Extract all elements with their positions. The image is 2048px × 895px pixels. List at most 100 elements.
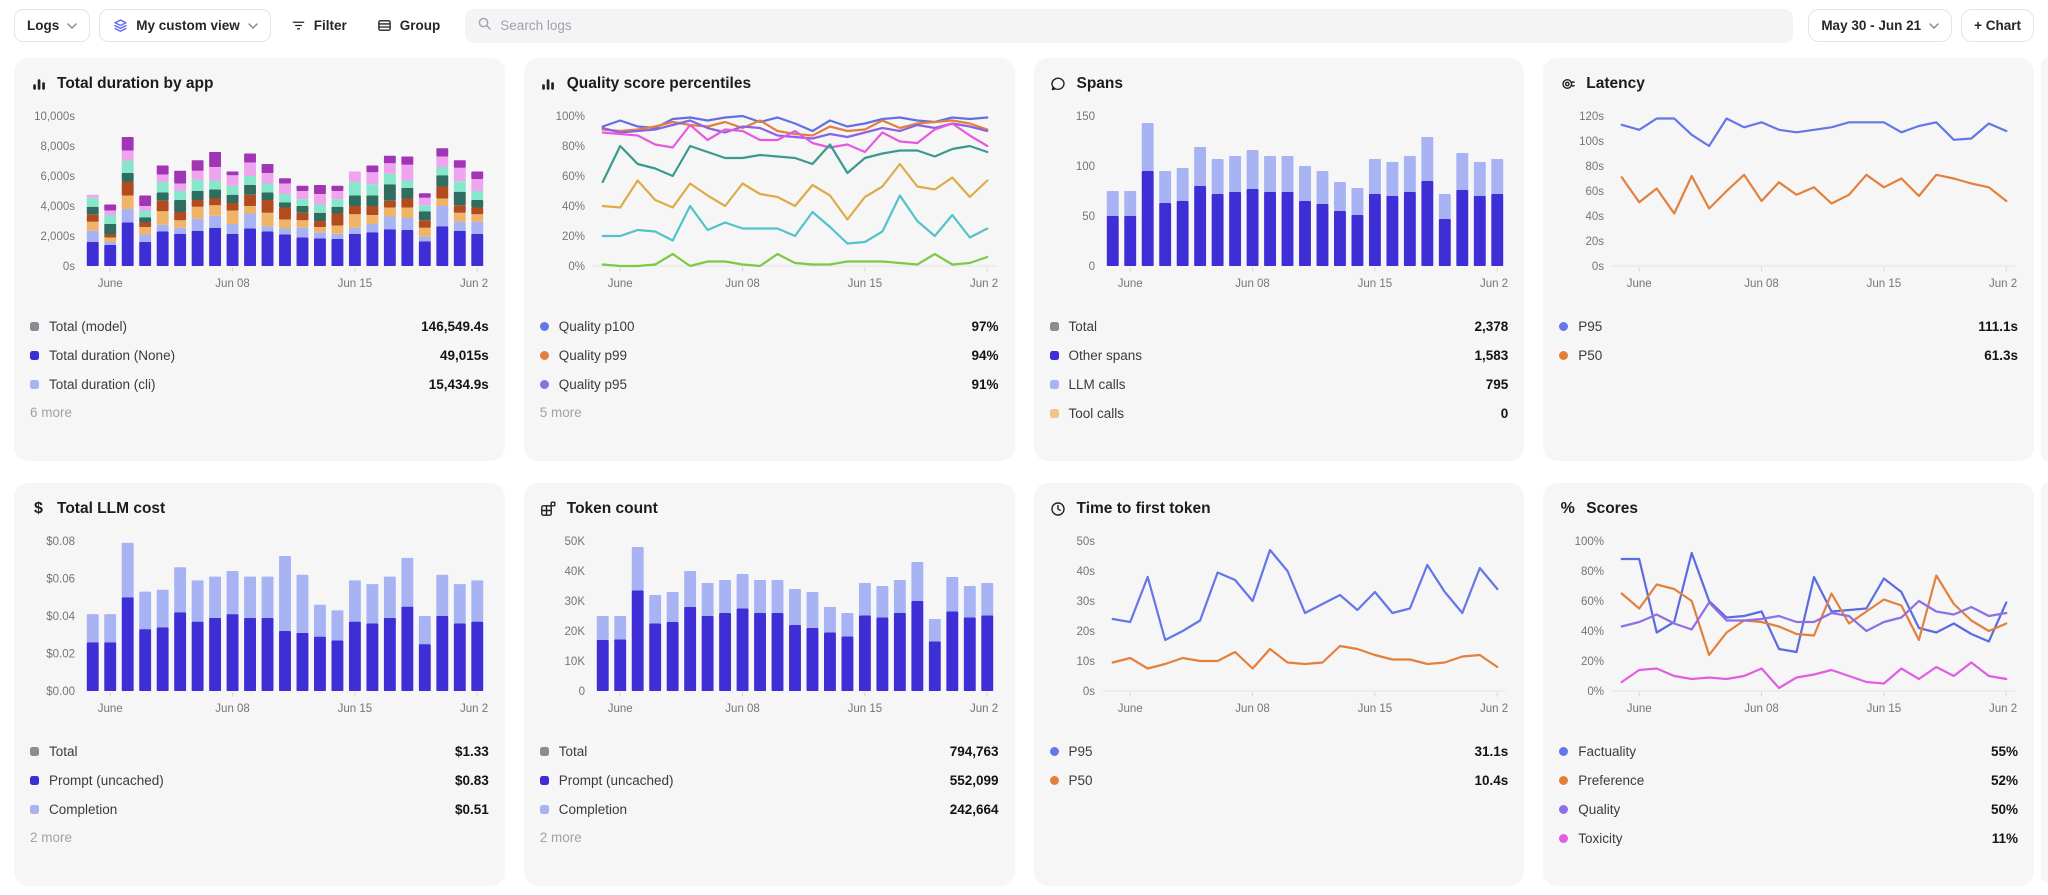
- legend-more-link[interactable]: 5 more: [540, 399, 999, 420]
- legend: P9531.1sP5010.4s: [1050, 737, 1509, 795]
- legend-marker: [540, 805, 549, 814]
- scores-chart[interactable]: 0%20%40%60%80%100%JuneJun 08Jun 15Jun 22: [1559, 527, 2017, 729]
- legend-value: 55%: [1991, 744, 2018, 759]
- legend-more-link[interactable]: 6 more: [30, 399, 489, 420]
- legend-marker: [30, 805, 39, 814]
- legend-value: $0.51: [455, 802, 489, 817]
- legend-label: Completion: [559, 802, 940, 817]
- group-rows-icon: [376, 17, 393, 34]
- legend-value: 31.1s: [1474, 744, 1508, 759]
- svg-text:100s: 100s: [1579, 136, 1604, 148]
- legend: Total (model)146,549.4sTotal duration (N…: [30, 312, 489, 399]
- legend-label: Factuality: [1578, 744, 1981, 759]
- legend-row: Total$1.33: [30, 737, 489, 766]
- svg-text:Jun 08: Jun 08: [1235, 703, 1270, 715]
- svg-text:80%: 80%: [562, 141, 585, 153]
- svg-text:80%: 80%: [1581, 566, 1604, 578]
- svg-text:$0.00: $0.00: [46, 686, 75, 698]
- legend-marker: [540, 776, 549, 785]
- svg-text:Jun 15: Jun 15: [1357, 703, 1392, 715]
- svg-text:0%: 0%: [568, 261, 585, 273]
- card-header: Quality score percentiles: [540, 72, 999, 96]
- legend-marker: [540, 747, 549, 756]
- svg-text:Jun 22: Jun 22: [1989, 703, 2017, 715]
- legend: Factuality55%Preference52%Quality50%Toxi…: [1559, 737, 2018, 853]
- legend-row: P5061.3s: [1559, 341, 2018, 370]
- legend-value: 11%: [1992, 831, 2018, 846]
- percent-icon: %: [1559, 501, 1576, 518]
- svg-text:100%: 100%: [1575, 536, 1604, 548]
- group-button[interactable]: Group: [366, 9, 451, 42]
- chevron-down-icon: [248, 23, 258, 29]
- legend-row: Total duration (None)49,015s: [30, 341, 489, 370]
- spans-chart[interactable]: 050100150JuneJun 08Jun 15Jun 22: [1050, 102, 1508, 304]
- legend-label: Other spans: [1069, 348, 1465, 363]
- duration-by-app-chart[interactable]: 0s2,000s4,000s6,000s8,000s10,000sJuneJun…: [30, 102, 488, 304]
- legend-row: Factuality 55%: [1559, 737, 2018, 766]
- legend-row: Tool calls0: [1050, 399, 1509, 428]
- dashboard-grid: Total duration by app 0s2,000s4,000s6,00…: [0, 50, 2048, 886]
- legend-label: Quality p100: [559, 319, 962, 334]
- svg-text:100: 100: [1075, 161, 1094, 173]
- legend-label: Quality: [1578, 802, 1981, 817]
- card-title: Latency: [1586, 75, 1645, 93]
- svg-text:Jun 22: Jun 22: [460, 278, 488, 290]
- token-count-chart[interactable]: 010K20K30K40K50KJuneJun 08Jun 15Jun 22: [540, 527, 998, 729]
- card-scores: % Scores 0%20%40%60%80%100%JuneJun 08Jun…: [1543, 483, 2034, 886]
- legend-marker: [1559, 747, 1568, 756]
- date-range-picker[interactable]: May 30 - Jun 21: [1808, 9, 1952, 42]
- logs-dropdown-label: Logs: [27, 18, 59, 33]
- add-chart-button[interactable]: + Chart: [1961, 9, 2034, 42]
- card-title: Quality score percentiles: [567, 75, 751, 93]
- legend-value: 1,583: [1474, 348, 1508, 363]
- legend-value: 10.4s: [1474, 773, 1508, 788]
- svg-text:50s: 50s: [1076, 536, 1095, 548]
- svg-text:Jun 22: Jun 22: [1479, 703, 1507, 715]
- svg-text:8,000s: 8,000s: [40, 141, 75, 153]
- svg-text:60%: 60%: [1581, 596, 1604, 608]
- svg-text:20K: 20K: [564, 626, 585, 638]
- filter-button[interactable]: Filter: [280, 9, 357, 42]
- legend-row: Prompt (uncached)$0.83: [30, 766, 489, 795]
- svg-text:June: June: [607, 278, 632, 290]
- legend-marker: [540, 322, 549, 331]
- quality-percentiles-chart[interactable]: 0%20%40%60%80%100%JuneJun 08Jun 15Jun 22: [540, 102, 998, 304]
- svg-text:100%: 100%: [555, 111, 584, 123]
- svg-text:Jun 22: Jun 22: [970, 703, 998, 715]
- filter-icon: [290, 17, 307, 34]
- legend-value: 94%: [971, 348, 998, 363]
- card-header: Latency: [1559, 72, 2018, 96]
- legend-marker: [30, 776, 39, 785]
- search-bar[interactable]: [465, 9, 1793, 43]
- date-range-label: May 30 - Jun 21: [1821, 18, 1921, 33]
- legend-more-link[interactable]: 2 more: [30, 824, 489, 845]
- legend-more-link[interactable]: 2 more: [540, 824, 999, 845]
- legend-marker: [1559, 351, 1568, 360]
- logs-dropdown[interactable]: Logs: [14, 9, 90, 42]
- svg-text:10K: 10K: [564, 656, 585, 668]
- view-dropdown[interactable]: My custom view: [99, 9, 271, 42]
- latency-chart[interactable]: 0s20s40s60s80s100s120sJuneJun 08Jun 15Ju…: [1559, 102, 2017, 304]
- legend: Total794,763Prompt (uncached)552,099Comp…: [540, 737, 999, 824]
- search-input[interactable]: [500, 18, 1781, 33]
- svg-text:Jun 08: Jun 08: [1745, 703, 1780, 715]
- svg-text:$0.08: $0.08: [46, 536, 75, 548]
- legend-row: Total794,763: [540, 737, 999, 766]
- ttft-chart[interactable]: 0s10s20s30s40s50sJuneJun 08Jun 15Jun 22: [1050, 527, 1508, 729]
- svg-text:40s: 40s: [1586, 211, 1605, 223]
- legend-marker: [1050, 380, 1059, 389]
- svg-text:0%: 0%: [1588, 686, 1605, 698]
- legend-label: Preference: [1578, 773, 1981, 788]
- legend-row: Toxicity11%: [1559, 824, 2018, 853]
- svg-text:Jun 22: Jun 22: [970, 278, 998, 290]
- next-card-sliver: [2041, 58, 2048, 461]
- svg-text:Jun 08: Jun 08: [1745, 278, 1780, 290]
- card-time-to-first-token: Time to first token 0s10s20s30s40s50sJun…: [1034, 483, 1525, 886]
- legend: Quality p10097%Quality p9994%Quality p95…: [540, 312, 999, 399]
- svg-text:40%: 40%: [1581, 626, 1604, 638]
- legend-label: LLM calls: [1069, 377, 1476, 392]
- legend: P95111.1sP5061.3s: [1559, 312, 2018, 370]
- snail-icon: [1559, 76, 1576, 93]
- llm-cost-chart[interactable]: $0.00$0.02$0.04$0.06$0.08JuneJun 08Jun 1…: [30, 527, 488, 729]
- svg-text:60s: 60s: [1586, 186, 1605, 198]
